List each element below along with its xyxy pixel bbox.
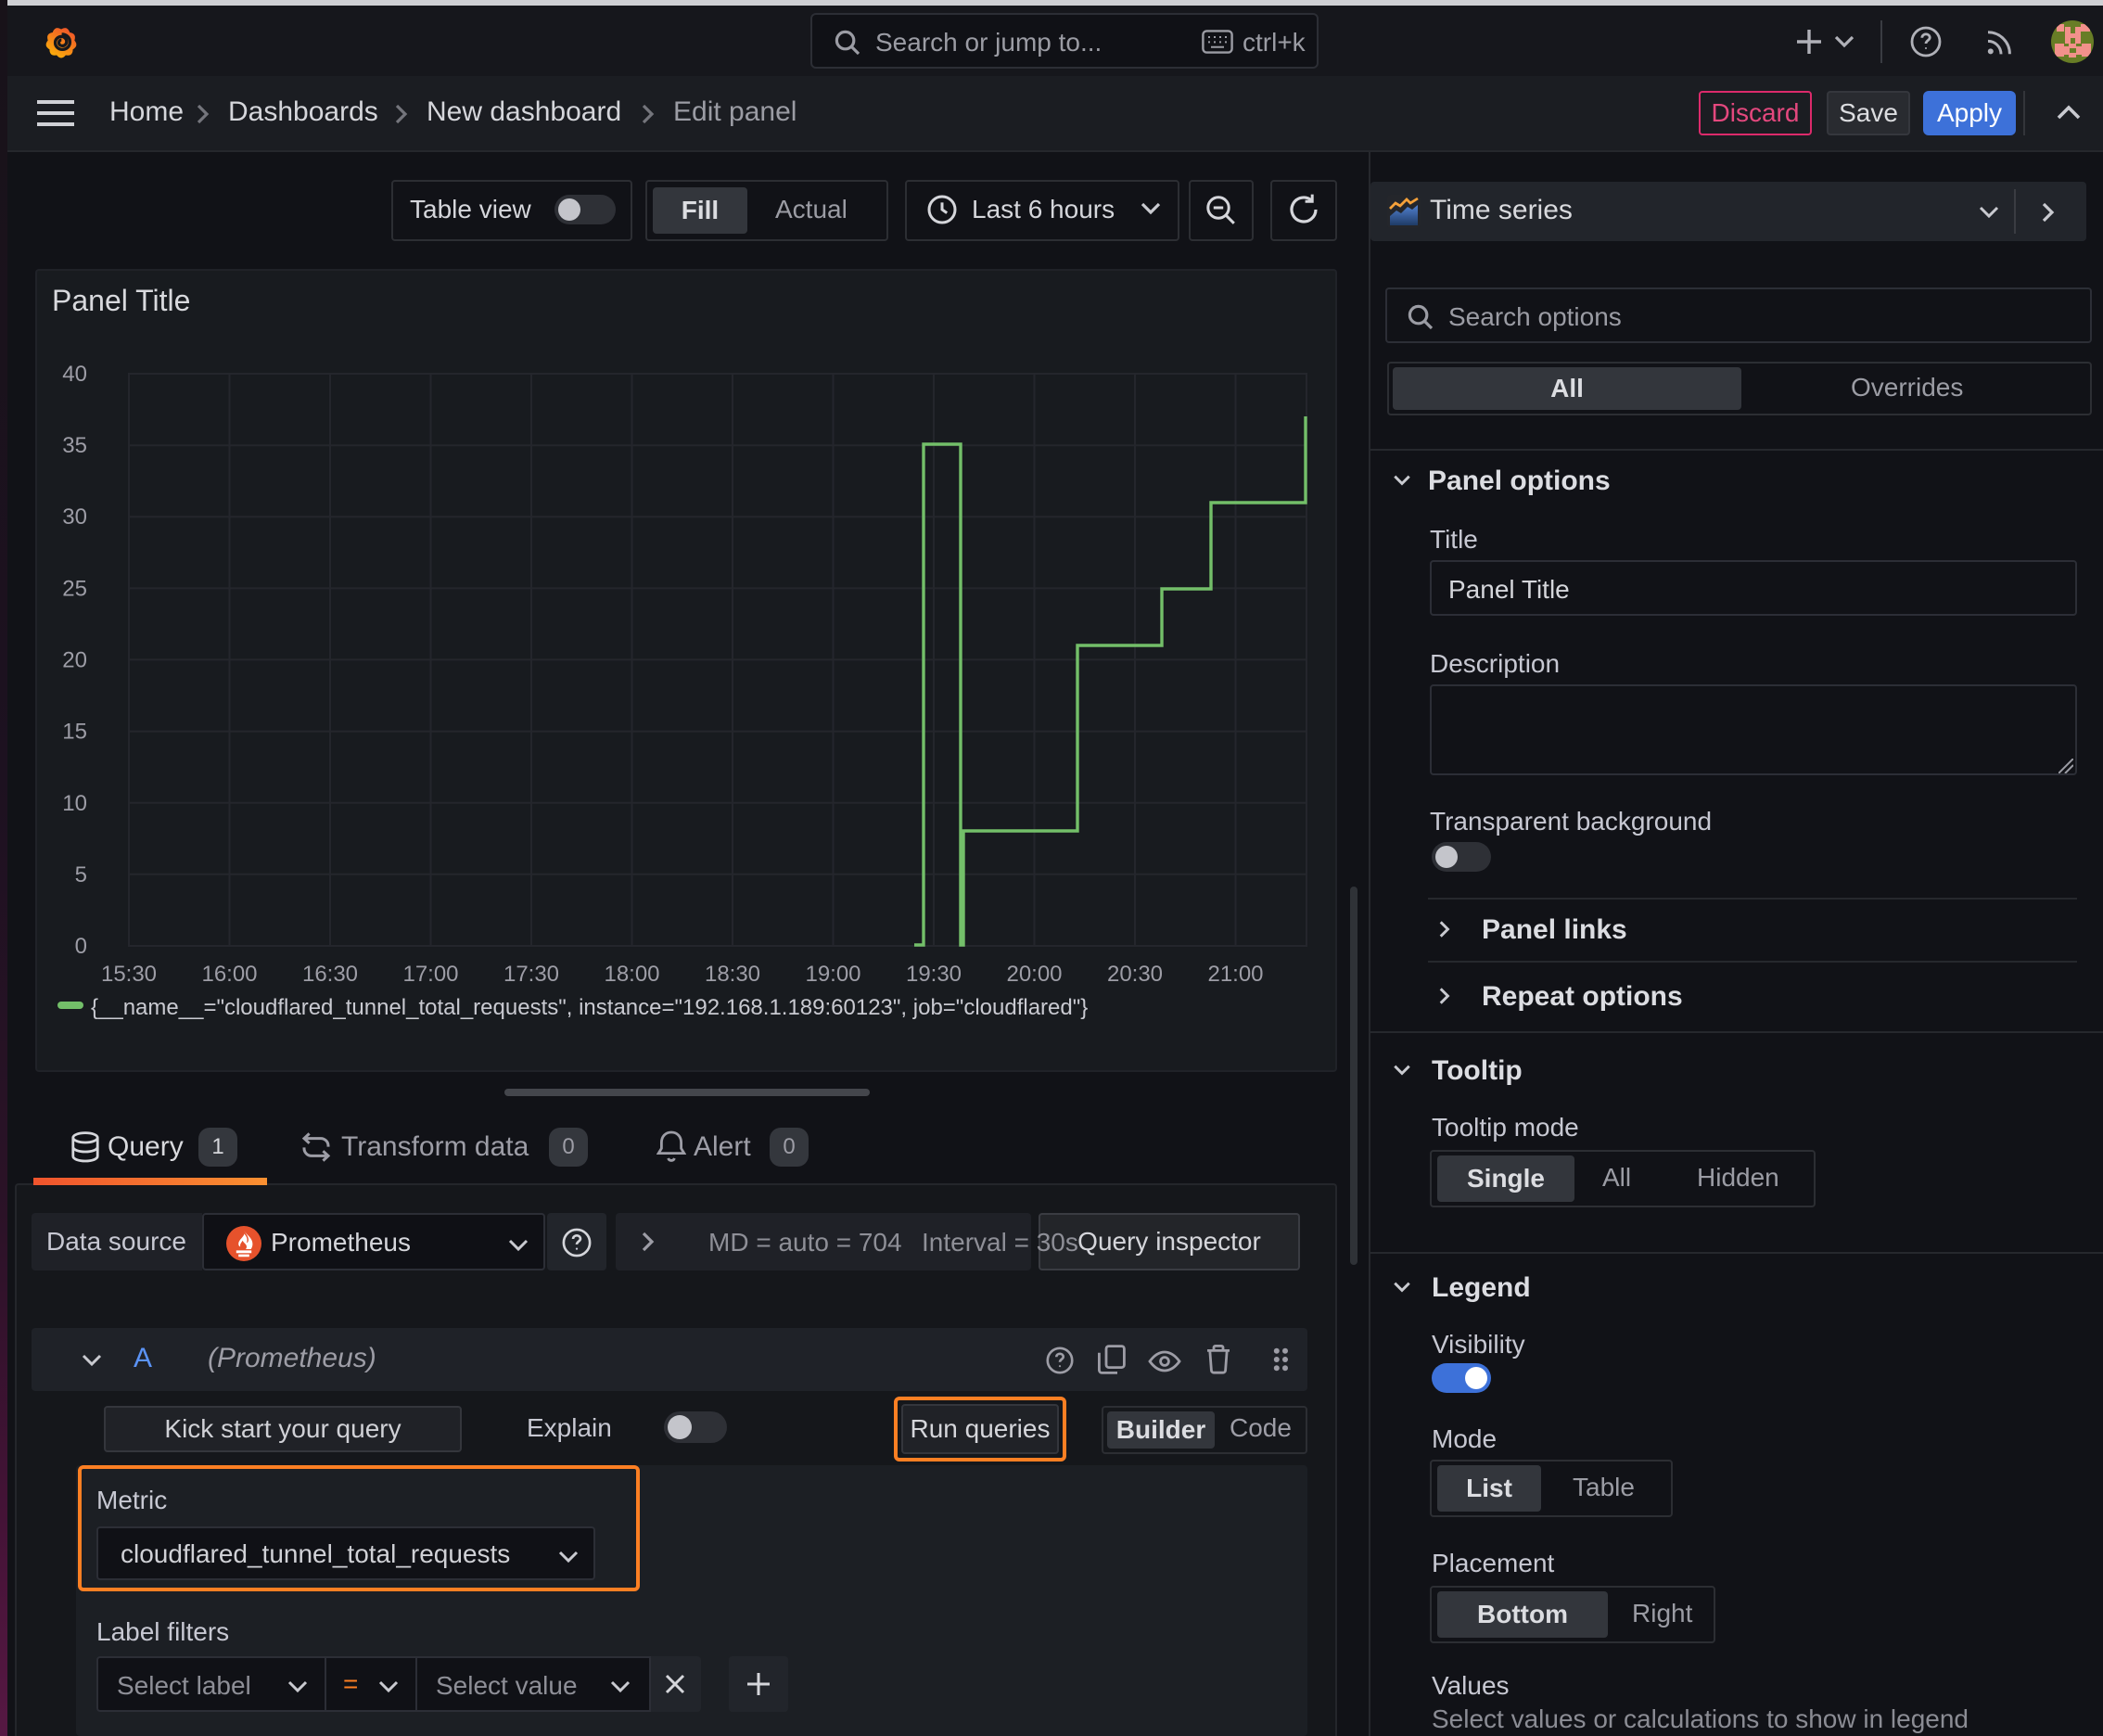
svg-text:30: 30 [62, 504, 87, 530]
svg-text:18:30: 18:30 [705, 962, 760, 987]
svg-text:17:00: 17:00 [402, 962, 458, 987]
svg-text:35: 35 [62, 433, 87, 458]
svg-text:18:00: 18:00 [604, 962, 659, 987]
svg-text:21:00: 21:00 [1207, 962, 1263, 987]
svg-text:16:00: 16:00 [201, 962, 257, 987]
svg-text:20:30: 20:30 [1107, 962, 1163, 987]
svg-text:19:30: 19:30 [906, 962, 962, 987]
svg-text:15: 15 [62, 720, 87, 745]
svg-text:40: 40 [62, 362, 87, 387]
svg-text:10: 10 [62, 791, 87, 816]
svg-text:16:30: 16:30 [302, 962, 358, 987]
svg-text:20: 20 [62, 647, 87, 672]
svg-text:5: 5 [75, 862, 87, 887]
svg-text:0: 0 [75, 934, 87, 959]
svg-text:20:00: 20:00 [1006, 962, 1062, 987]
svg-text:19:00: 19:00 [805, 962, 860, 987]
svg-text:17:30: 17:30 [503, 962, 559, 987]
svg-text:{__name__="cloudflared_tunnel_: {__name__="cloudflared_tunnel_total_requ… [91, 995, 1088, 1020]
svg-text:15:30: 15:30 [101, 962, 157, 987]
svg-text:25: 25 [62, 576, 87, 601]
